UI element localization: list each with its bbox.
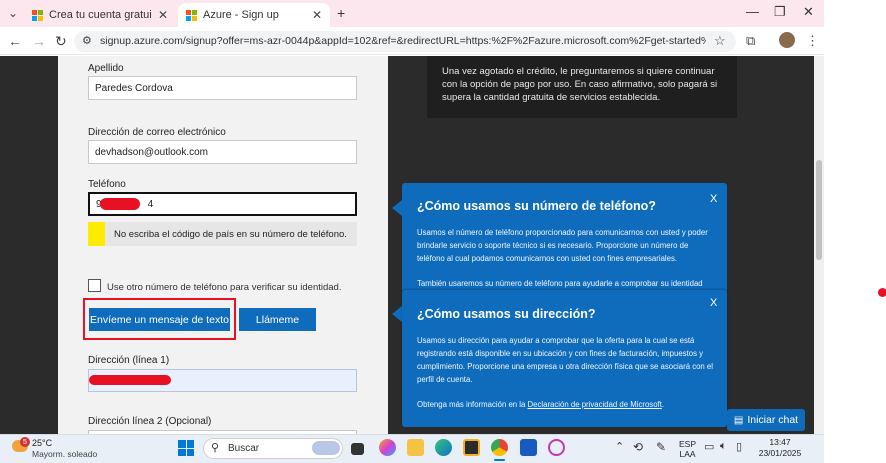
call-me-button[interactable]: Llámeme	[239, 308, 316, 331]
telefono-value-end: 4	[147, 198, 154, 210]
clock-date: 23/01/2025	[758, 448, 802, 458]
telefono-label: Teléfono	[88, 179, 126, 190]
country-code-warning: No escriba el código de país en su númer…	[88, 222, 357, 246]
privacy-suffix: .	[661, 400, 665, 409]
redaction-mark	[89, 375, 171, 385]
email-label: Dirección de correo electrónico	[88, 127, 226, 138]
menu-icon[interactable]: ⋮	[806, 33, 819, 49]
taskbar-clock[interactable]: 13:47 23/01/2025	[752, 437, 808, 459]
phone-tooltip-body: Usamos el número de teléfono proporciona…	[417, 228, 708, 263]
start-chat-button[interactable]: ▤ Iniciar chat	[727, 409, 805, 431]
close-address-tooltip-button[interactable]: X	[710, 297, 717, 309]
profile-avatar[interactable]	[779, 32, 795, 48]
language-top: ESP	[679, 439, 697, 449]
search-icon: ⚲	[211, 442, 220, 454]
new-tab-button[interactable]: +	[337, 5, 345, 21]
email-input[interactable]: devhadson@outlook.com	[88, 140, 357, 164]
battery-icon[interactable]: ▯	[736, 440, 742, 453]
weather-temperature[interactable]: 25°C	[32, 438, 52, 448]
forward-icon[interactable]: →	[32, 33, 46, 49]
tooltip-arrow	[392, 200, 402, 216]
onedrive-sync-icon[interactable]: ⟲	[633, 440, 643, 454]
weather-alert-badge: 5	[20, 437, 30, 447]
chrome-icon[interactable]	[491, 439, 508, 456]
back-icon[interactable]: ←	[8, 33, 22, 49]
redaction-mark	[100, 198, 140, 210]
start-chat-label: Iniciar chat	[747, 414, 799, 426]
page-margin-left	[0, 56, 58, 434]
warning-text: No escriba el código de país en su númer…	[114, 228, 347, 240]
address-tooltip-title: ¿Cómo usamos su dirección?	[417, 307, 596, 321]
restore-icon[interactable]: ❐	[774, 4, 786, 20]
chrome-active-indicator	[494, 459, 505, 461]
close-tab-icon[interactable]: ✕	[312, 8, 322, 22]
address-tooltip-body: Usamos su dirección para ayudar a compro…	[417, 336, 714, 384]
weather-description[interactable]: Mayorm. soleado	[32, 449, 97, 459]
windows-start-icon[interactable]	[178, 440, 194, 456]
desktop-background	[824, 0, 886, 463]
recording-indicator	[878, 288, 886, 297]
word-icon[interactable]	[520, 439, 537, 456]
address2-label: Dirección línea 2 (Opcional)	[88, 416, 212, 427]
phone-tooltip: ¿Cómo usamos su número de teléfono? X Us…	[402, 183, 727, 293]
other-phone-label: Use otro número de teléfono para verific…	[107, 282, 342, 293]
send-text-button[interactable]: Envíeme un mensaje de texto	[89, 308, 230, 331]
extensions-icon[interactable]: ⧉	[746, 33, 755, 49]
edit-icon[interactable]: ✎	[656, 440, 666, 454]
phone-tooltip-body-continued: También usaremos su número de teléfono p…	[417, 279, 703, 288]
apellido-input[interactable]: Paredes Cordova	[88, 76, 357, 100]
edge-icon[interactable]	[435, 439, 452, 456]
privacy-line: Obtenga más información en la Declaració…	[417, 398, 717, 411]
clock-time: 13:47	[769, 437, 791, 447]
language-indicator[interactable]: ESP LAA	[679, 439, 696, 459]
tooltip-arrow	[392, 306, 402, 322]
store-icon[interactable]	[463, 439, 480, 456]
close-tab-icon[interactable]: ✕	[158, 8, 168, 22]
tab-azure-signup[interactable]: Azure - Sign up ✕	[178, 3, 330, 27]
phone-tooltip-title: ¿Cómo usamos su número de teléfono?	[417, 199, 656, 213]
copilot-icon[interactable]	[379, 439, 396, 456]
site-info-icon[interactable]: ⚙	[82, 34, 92, 47]
address1-label: Dirección (línea 1)	[88, 355, 170, 366]
microsoft-icon	[32, 9, 43, 21]
warning-marker	[88, 222, 105, 246]
privacy-link[interactable]: Declaración de privacidad de Microsoft	[528, 400, 662, 409]
address-tooltip: ¿Cómo usamos su dirección? X Usamos su d…	[402, 290, 727, 427]
tab-crea-cuenta[interactable]: Crea tu cuenta gratuita de Azu ✕	[24, 3, 176, 27]
other-phone-checkbox[interactable]	[88, 279, 101, 292]
tab-search-icon[interactable]: ⌄	[8, 6, 18, 20]
task-view-icon[interactable]	[351, 443, 364, 455]
volume-icon[interactable]: 🔈︎	[720, 440, 727, 453]
close-window-icon[interactable]: ✕	[803, 4, 814, 20]
microsoft-icon	[186, 9, 197, 21]
network-icon[interactable]: ▭	[704, 440, 714, 453]
file-explorer-icon[interactable]	[407, 439, 424, 456]
search-highlight-icon	[312, 441, 340, 455]
apellido-label: Apellido	[88, 63, 124, 74]
credit-info-text: Una vez agotado el crédito, le preguntar…	[442, 66, 718, 103]
url-text[interactable]: signup.azure.com/signup?offer=ms-azr-004…	[100, 35, 706, 47]
scrollbar-thumb[interactable]	[816, 160, 822, 260]
privacy-prefix: Obtenga más información en la	[417, 400, 526, 409]
snipping-tool-icon[interactable]	[548, 439, 565, 456]
bookmark-star-icon[interactable]: ☆	[714, 33, 726, 49]
show-hidden-icons[interactable]: ⌃	[615, 440, 624, 453]
minimize-icon[interactable]: —	[746, 4, 759, 19]
taskbar-search-label: Buscar	[228, 443, 260, 454]
close-phone-tooltip-button[interactable]: X	[710, 193, 717, 205]
chat-icon: ▤	[733, 414, 744, 426]
reload-icon[interactable]: ↻	[55, 33, 67, 50]
language-bottom: LAA	[679, 449, 696, 459]
